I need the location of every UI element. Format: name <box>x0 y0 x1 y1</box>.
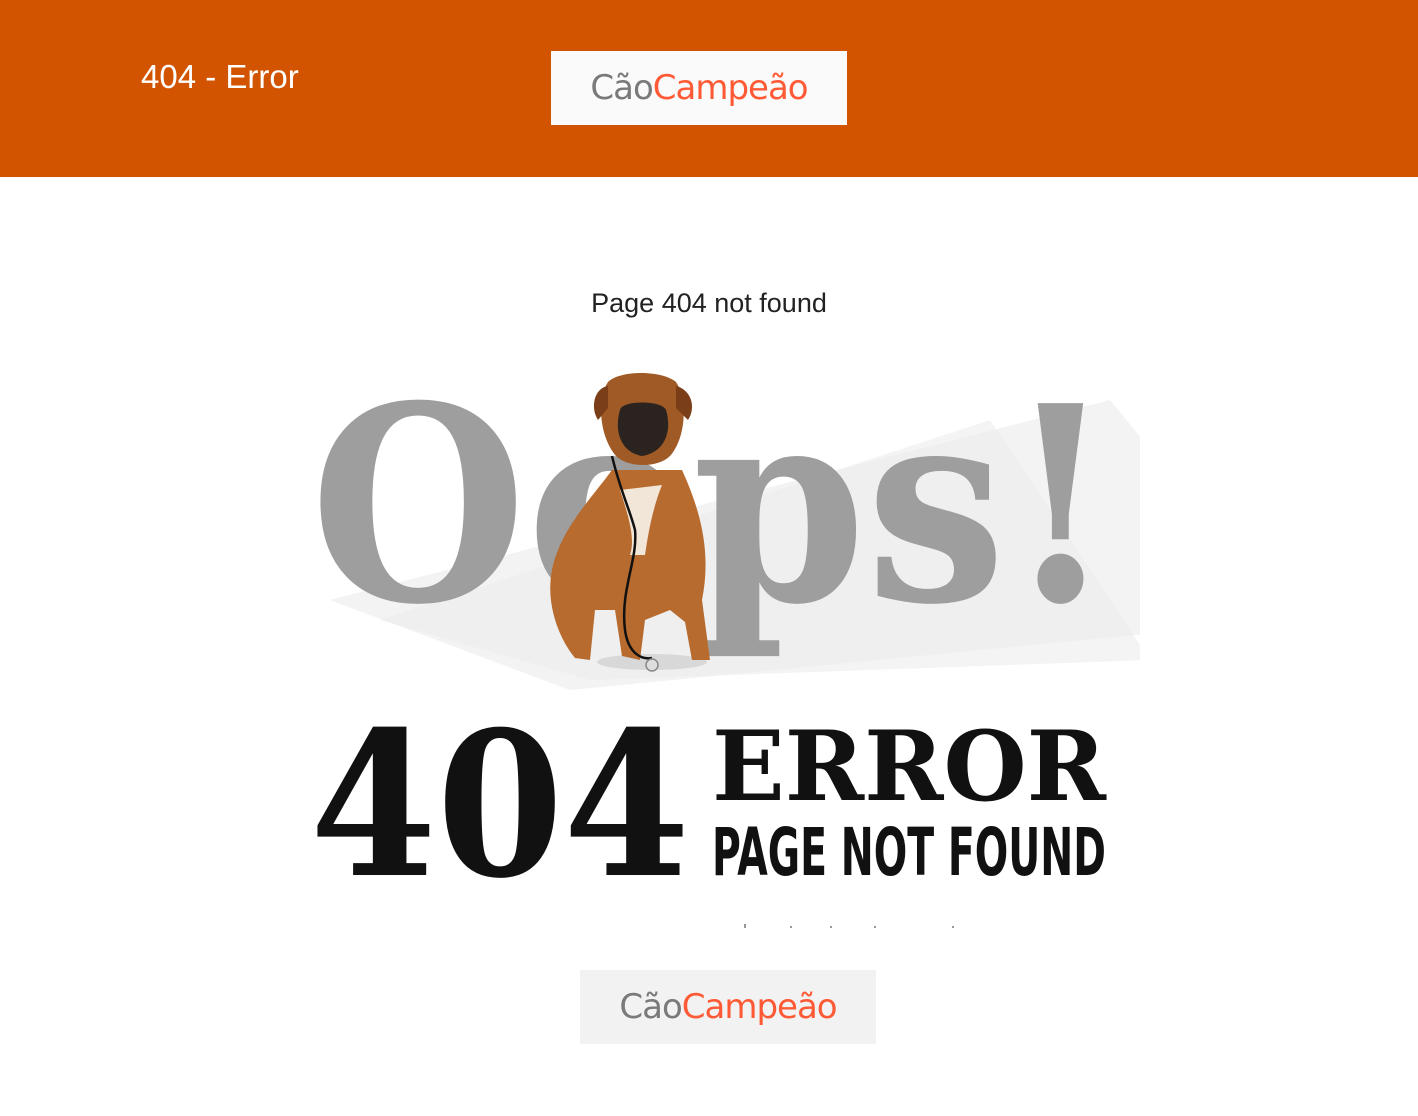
page-title: 404 - Error <box>141 58 299 95</box>
logo-text-cao: Cão <box>590 68 653 108</box>
logo-wordmark: CãoCampeão <box>590 68 809 108</box>
error-code: 404 <box>310 688 690 923</box>
footer-logo[interactable]: CãoCampeão <box>580 970 876 1044</box>
logo-wordmark: CãoCampeão <box>619 987 838 1027</box>
not-found-message: Page 404 not found <box>591 288 827 318</box>
logo-text-campeao: Campeão <box>652 68 809 108</box>
page-not-found-subtitle: PAGE NOT FOUND <box>712 814 1106 891</box>
oops-headline: Oops! <box>310 360 1115 664</box>
error-word: ERROR <box>712 710 1107 823</box>
logo-text-cao: Cão <box>619 987 682 1027</box>
oops-404-illustration: Oops! 404 ERROR PAGE NOT FOUND <box>310 360 1140 928</box>
stethoscope-head <box>645 658 659 672</box>
decorative-dots <box>744 924 954 928</box>
header-logo[interactable]: CãoCampeão <box>551 51 847 125</box>
logo-text-campeao: Campeão <box>681 987 838 1027</box>
top-header-bar: 404 - Error CãoCampeão <box>0 0 1418 177</box>
